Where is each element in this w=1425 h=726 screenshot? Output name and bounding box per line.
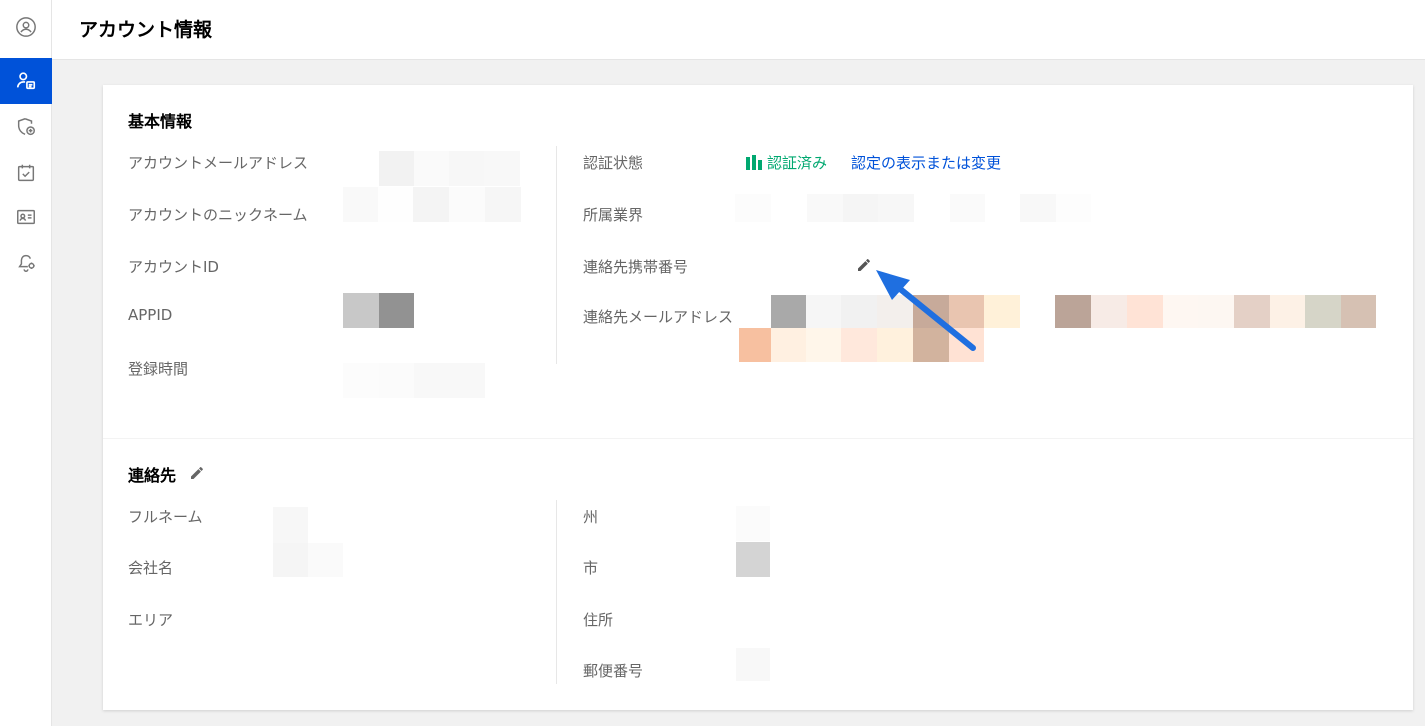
basic-info-title: 基本情報: [128, 112, 193, 131]
column-divider: [556, 146, 557, 364]
area-label: エリア: [128, 611, 174, 629]
fullname-label: フルネーム: [128, 508, 203, 526]
verified-status: 認証済み: [746, 152, 827, 173]
shield-add-icon[interactable]: [0, 104, 52, 150]
state-label: 州: [583, 508, 599, 526]
verified-status-text: 認証済み: [767, 154, 828, 172]
zip-label: 郵便番号: [583, 662, 644, 680]
contact-column-divider: [556, 500, 557, 684]
view-change-verification-link[interactable]: 認定の表示または変更: [851, 152, 1001, 173]
account-info-card: 基本情報 アカウントメールアドレス アカウントのニックネーム アカウントID A…: [103, 85, 1413, 710]
address-label: 住所: [583, 611, 614, 629]
contact-email-label: 連絡先メールアドレス: [583, 308, 734, 326]
verified-badge-icon: [746, 155, 762, 170]
contact-title: 連絡先: [128, 466, 177, 485]
page-header: アカウント情報: [52, 0, 1425, 60]
account-id-label: アカウントID: [128, 258, 219, 276]
profile-circle-icon[interactable]: [0, 4, 52, 50]
nickname-label: アカウントのニックネーム: [128, 206, 308, 224]
registered-time-label: 登録時間: [128, 360, 189, 378]
edit-mobile-icon[interactable]: [856, 257, 872, 273]
checklist-icon[interactable]: [0, 150, 52, 196]
appid-label: APPID: [128, 306, 173, 324]
id-card-icon[interactable]: [0, 194, 52, 240]
verification-label: 認証状態: [583, 154, 644, 172]
industry-label: 所属業界: [583, 206, 644, 224]
city-label: 市: [583, 559, 599, 577]
page-title: アカウント情報: [79, 19, 213, 41]
account-info-icon[interactable]: [0, 58, 52, 104]
bell-gear-icon[interactable]: [0, 240, 52, 286]
account-email-label: アカウントメールアドレス: [128, 154, 309, 172]
edit-contact-icon[interactable]: [189, 465, 205, 481]
mobile-label: 連絡先携帯番号: [583, 258, 689, 276]
company-label: 会社名: [128, 559, 174, 577]
sidebar: [0, 0, 52, 726]
section-divider: [103, 438, 1413, 439]
